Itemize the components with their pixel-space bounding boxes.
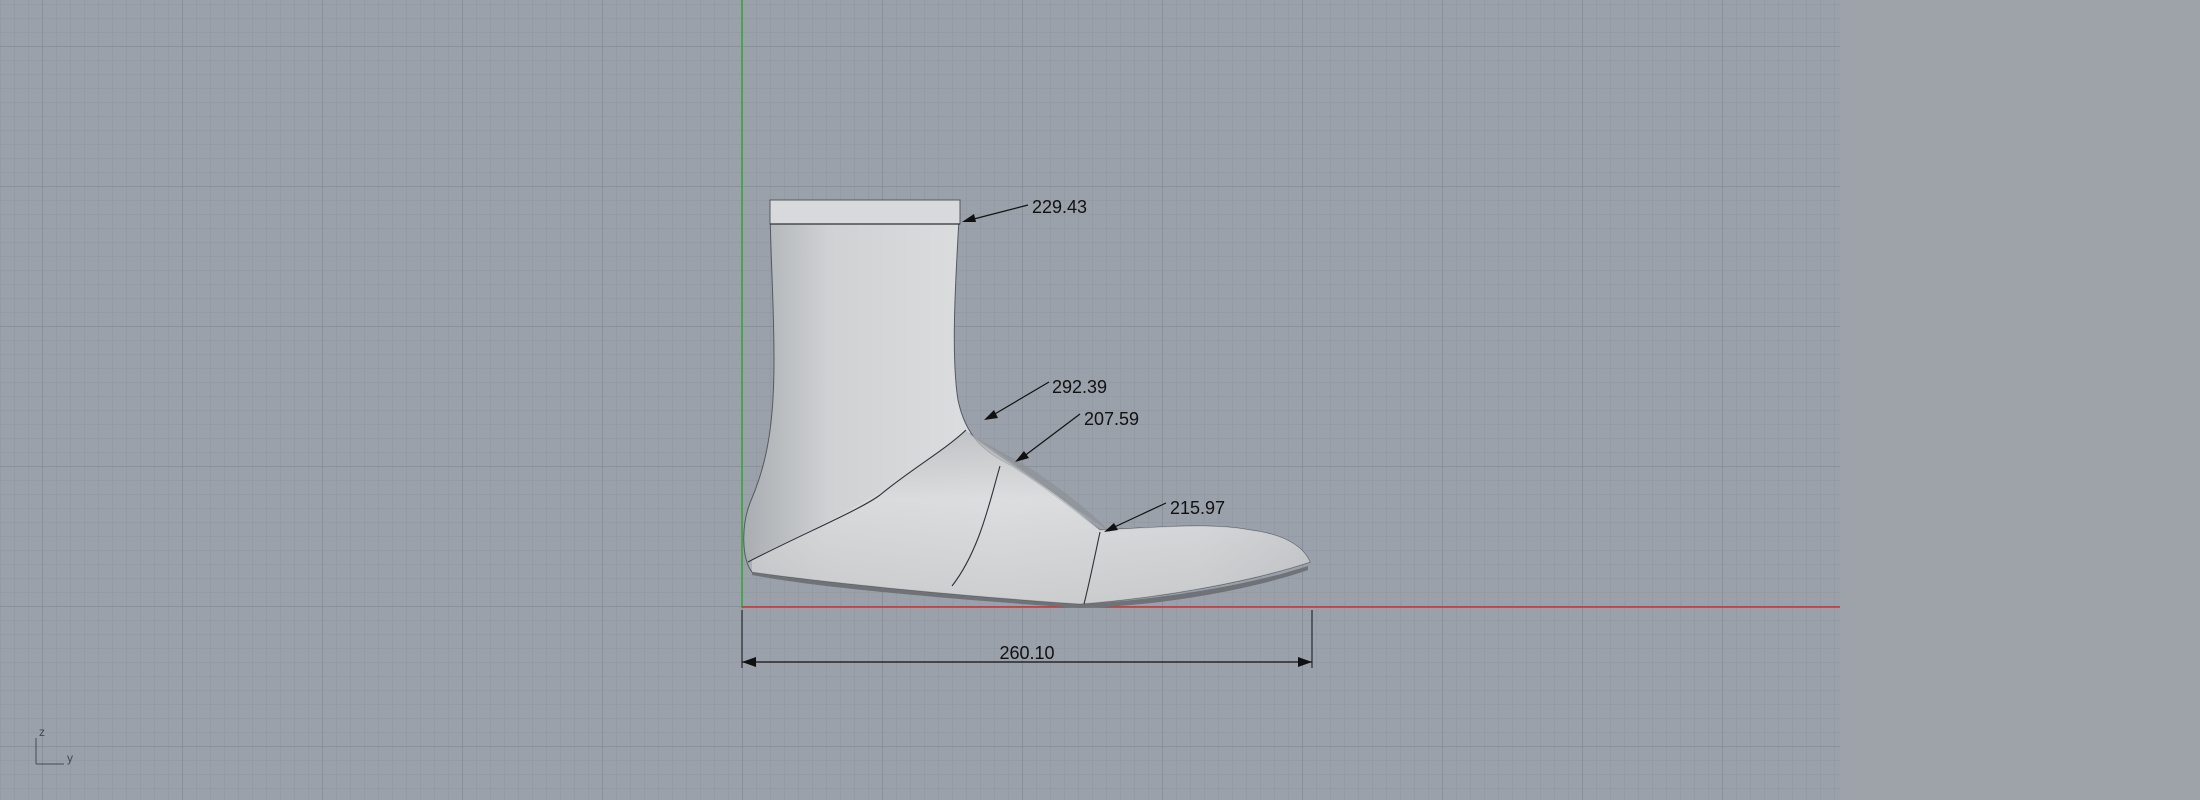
axis-widget-z-label: z (39, 725, 45, 739)
dimension-instep-low-label: 207.59 (1084, 409, 1139, 429)
axis-widget-y-label: y (67, 751, 73, 765)
dimension-top-opening-label: 229.43 (1032, 197, 1087, 217)
dimension-ball-label: 215.97 (1170, 498, 1225, 518)
boot-collar (769, 199, 961, 225)
dimension-length-label: 260.10 (999, 643, 1054, 663)
modeling-app-window: 229.43 292.39 207.59 215.97 260.10 z y (0, 0, 2200, 800)
dimension-instep-high-label: 292.39 (1052, 377, 1107, 397)
side-panel (1840, 0, 2200, 800)
viewport-canvas[interactable]: 229.43 292.39 207.59 215.97 260.10 z y (0, 0, 1840, 800)
viewport-right[interactable]: 229.43 292.39 207.59 215.97 260.10 z y (0, 0, 1840, 800)
